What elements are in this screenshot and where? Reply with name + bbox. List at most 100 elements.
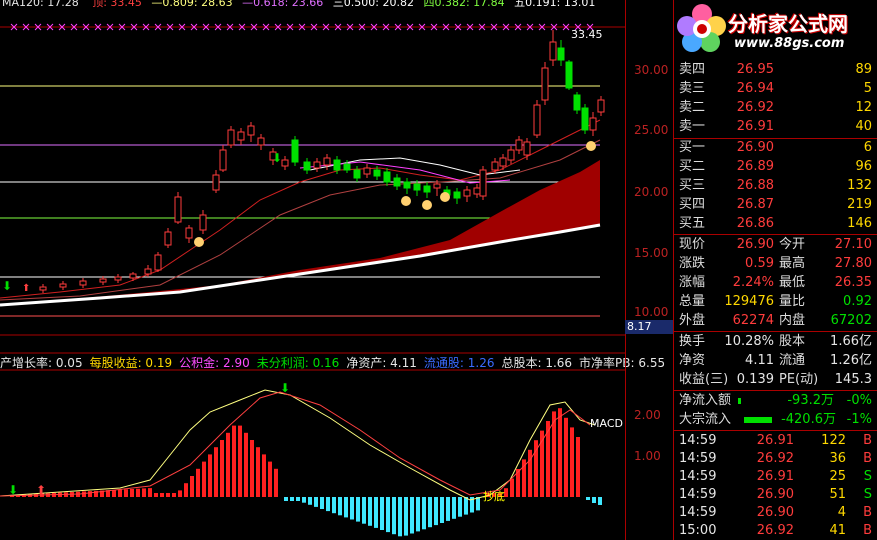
up-arrow-icon: ⬆ [22,283,30,294]
down-arrow-icon: ⬇ [280,381,290,395]
tick-price: 26.91 [756,469,794,484]
quote-value: 129476 [724,294,774,309]
macd-bar [452,497,456,519]
macd-bar [314,497,318,507]
block-flow-value: -420.6万 [781,412,836,427]
order-price: 26.88 [736,178,774,193]
net-flow-row: 净流入额 -93.2万 -0% [674,391,877,410]
macd-bar [332,497,336,514]
ask-row[interactable]: 卖二 26.92 12 [674,98,877,117]
quote-label: 换手 [679,334,706,349]
macd-bar [88,491,92,497]
order-volume: 5 [863,81,872,96]
candle-body [219,149,227,171]
macd-bar [344,497,348,518]
quote-value: 4.11 [745,353,774,368]
macd-bar [190,476,194,497]
macd-bar [172,493,176,497]
macd-bar [368,497,372,526]
price-chart[interactable]: ⬇ ⬇ ⬇ ⬇ ⬇ ⬆ ⬆ [0,0,625,540]
candle-body [291,139,299,163]
candle-body [533,104,541,136]
candle-body [581,107,589,131]
tick-side: B [863,451,872,466]
macd-bar [570,427,574,497]
macd-bar [320,497,324,509]
quote-value: 27.80 [834,256,872,271]
tick-side: B [863,523,872,538]
bid-row[interactable]: 买四 26.87 219 [674,195,877,214]
macd-bar [166,493,170,497]
financial-item: 每股收益: 0.19 [89,356,173,370]
macd-bar [558,408,562,497]
top-markers [10,23,594,31]
financial-item: 未分利润: 0.16 [256,356,340,370]
order-volume: 132 [847,178,872,193]
tick-time: 15:00 [679,523,717,538]
quote-label: 最高 [779,256,806,271]
candle-body [423,185,431,193]
macd-label: MACD [590,417,623,430]
macd-bar [148,488,152,497]
tick-volume: 51 [829,487,846,502]
tick-time: 14:59 [679,433,717,448]
tick-price: 26.92 [756,451,794,466]
ask-row[interactable]: 卖三 26.94 5 [674,79,877,98]
macd-bar [308,497,312,505]
macd-bar [416,497,420,532]
block-flow-label: 大宗流入 [679,412,732,427]
candle-body [507,149,515,161]
order-volume: 89 [855,62,872,77]
macd-bar [598,497,602,505]
candle-body [491,161,499,171]
logo-url: www.88gs.com [734,36,845,51]
candlesticks [39,30,605,293]
quote-label: 内盘 [779,313,806,328]
ask-row[interactable]: 卖四 26.95 89 [674,60,877,79]
high-label: 顶: 33.45 [92,0,142,9]
ask-row[interactable]: 卖一 26.91 40 [674,117,877,136]
block-flow-pct: -1% [846,412,872,427]
quote-row: 涨跌 0.59 最高 27.80 [674,254,877,273]
quote-value: 2.24% [732,275,774,290]
macd-bar [160,493,164,497]
tick-price: 26.90 [756,505,794,520]
quote-label: 最低 [779,275,806,290]
candle-body [129,273,137,279]
order-label: 卖二 [679,100,706,115]
candle-body [154,254,162,271]
side-value-box: 8.17 [625,320,673,334]
axis-tick: 20.00 [634,185,669,199]
candle-body [597,99,605,113]
macd-bar [124,489,128,497]
macd-bar [274,468,278,497]
tick-volume: 4 [837,505,846,520]
macd-bar [576,437,580,497]
macd-bar [326,497,330,512]
tick-price: 26.91 [756,433,794,448]
macd-bar [362,497,366,524]
order-volume: 12 [855,100,872,115]
macd-bar [374,497,378,528]
axis-tick: 30.00 [634,63,669,77]
candle-body [589,117,597,131]
bid-row[interactable]: 买二 26.89 96 [674,157,877,176]
quote-panel: 卖四 26.95 89 卖三 26.94 5 卖二 26.92 12 卖一 26.91 40 买一 26.… [673,0,877,540]
bid-row[interactable]: 买五 26.86 146 [674,214,877,233]
down-arrow-icon: ⬇ [272,151,282,165]
price-axis: 30.00 25.00 20.00 15.00 10.00 2.00 1.00 [625,0,674,540]
candle-body [185,227,193,239]
fib-5: 五0.191: 13.01 [514,0,596,9]
bid-row[interactable]: 买一 26.90 6 [674,138,877,157]
order-label: 买五 [679,216,706,231]
axis-tick: 25.00 [634,123,669,137]
tick-volume: 36 [829,451,846,466]
macd-axis-tick: 1.00 [634,449,661,463]
tick-time: 14:59 [679,451,717,466]
macd-bar [464,497,468,515]
candle-body [79,280,87,286]
order-label: 买一 [679,140,706,155]
quote-label: 总量 [679,294,706,309]
bid-row[interactable]: 买三 26.88 132 [674,176,877,195]
macd-bar [564,417,568,497]
